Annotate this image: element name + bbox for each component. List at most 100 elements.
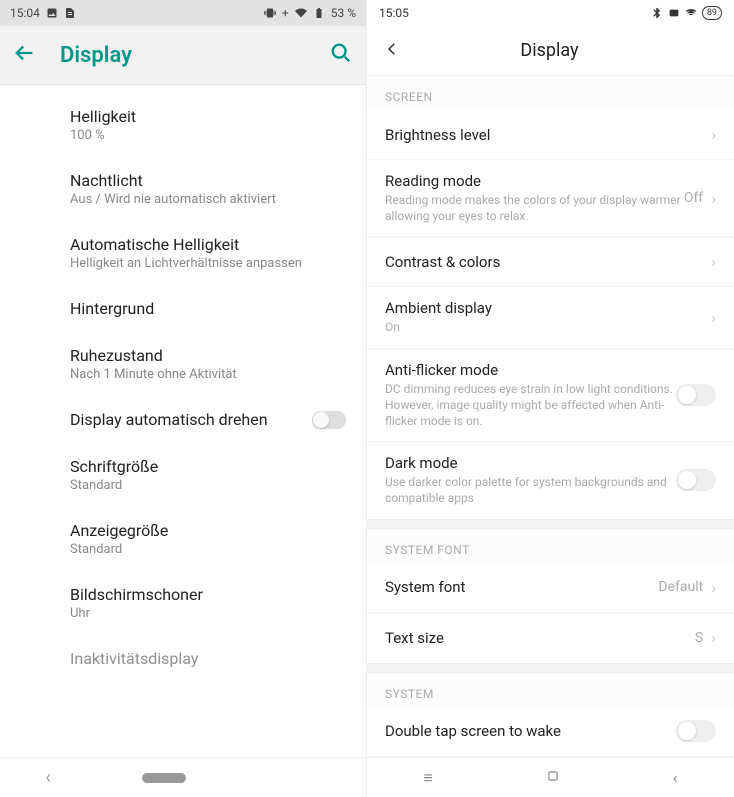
nav-back-icon[interactable]: ‹ [673,768,678,787]
item-title: Hintergrund [70,299,346,318]
item-title: Nachtlicht [70,171,346,190]
item-sub: Standard [70,478,346,493]
item-brightness[interactable]: Brightness level › [367,110,734,160]
toggle-double-tap[interactable] [676,720,716,742]
item-helligkeit[interactable]: Helligkeit 100 % [0,93,366,157]
status-time: 15:05 [379,6,409,20]
item-title: Display automatisch drehen [70,410,268,429]
page-title: Display [60,43,330,68]
image-icon [46,7,58,19]
item-ambient-display[interactable]: Ambient display On › [367,287,734,348]
bluetooth-icon [651,7,663,19]
item-sub: DC dimming reduces eye strain in low lig… [385,381,676,430]
item-title: Bildschirmschoner [70,585,346,604]
settings-list-left: Helligkeit 100 % Nachtlicht Aus / Wird n… [0,85,366,757]
item-title: Dark mode [385,454,676,472]
item-sub: Reading mode makes the colors of your di… [385,192,684,224]
item-title: Reading mode [385,172,684,190]
toggle-dark-mode[interactable] [676,469,716,491]
item-anzeigegroesse[interactable]: Anzeigegröße Standard [0,507,366,571]
item-contrast-colors[interactable]: Contrast & colors › [367,237,734,287]
chevron-right-icon: › [711,308,716,327]
page-title: Display [401,40,698,61]
item-title: Helligkeit [70,107,346,126]
chevron-right-icon: › [711,578,716,597]
item-system-font[interactable]: System font Default › [367,563,734,613]
toggle-anti-flicker[interactable] [676,384,716,406]
item-title: Inaktivitätsdisplay [70,649,346,668]
back-button[interactable] [14,42,36,68]
right-panel: 15:05 89 Display SCREEN Brightness level… [367,0,734,797]
item-bildschirmschoner[interactable]: Bildschirmschoner Uhr [0,571,366,635]
item-reading-mode[interactable]: Reading mode Reading mode makes the colo… [367,160,734,237]
item-sub: Uhr [70,606,346,621]
item-sub: On [385,319,711,335]
section-divider [367,519,734,529]
search-icon [330,42,352,64]
battery-text: 89 [702,6,722,20]
item-title: Schriftgröße [70,457,346,476]
header-right: Display [367,26,734,76]
status-bar-left: 15:04 + 53 % [0,0,366,26]
item-ruhezustand[interactable]: Ruhezustand Nach 1 Minute ohne Aktivität [0,332,366,396]
nav-menu-icon[interactable]: ≡ [423,768,432,788]
settings-list-right: SCREEN Brightness level › Reading mode R… [367,76,734,757]
nav-home-icon[interactable] [546,768,560,787]
item-auto-helligkeit[interactable]: Automatische Helligkeit Helligkeit an Li… [0,221,366,285]
item-text-size[interactable]: Text size S › [367,613,734,663]
vibrate-icon [264,7,276,19]
chevron-right-icon: › [711,252,716,271]
wifi-icon [685,7,697,19]
item-anti-flicker[interactable]: Anti-flicker mode DC dimming reduces eye… [367,349,734,443]
chevron-right-icon: › [711,189,716,208]
item-sub: Nach 1 Minute ohne Aktivität [70,367,346,382]
item-value: Off [684,190,703,206]
item-inaktivitaet[interactable]: Inaktivitätsdisplay [0,635,366,682]
nav-bar-right: ≡ ‹ [367,757,734,797]
item-title: Text size [385,629,695,647]
item-sub: Use darker color palette for system back… [385,474,676,506]
item-title: Ruhezustand [70,346,346,365]
no-sim-icon [668,7,680,19]
nav-bar-left: ‹ [0,757,366,797]
item-value: S [695,630,703,646]
header-left: Display [0,26,366,85]
section-screen: SCREEN [367,76,734,110]
item-sub: Aus / Wird nie automatisch aktiviert [70,192,346,207]
item-title: Automatische Helligkeit [70,235,346,254]
back-button[interactable] [383,39,401,63]
item-sub: Helligkeit an Lichtverhältnisse anpassen [70,256,346,271]
item-sub: 100 % [70,128,346,143]
item-value: Default [658,579,703,595]
item-double-tap-wake[interactable]: Double tap screen to wake [367,707,734,757]
left-panel: 15:04 + 53 % Display Helligkeit 100 % Na… [0,0,367,797]
nav-home-pill[interactable] [142,773,186,783]
status-bar-right: 15:05 89 [367,0,734,26]
plus-icon: + [282,6,289,20]
item-auto-rotate[interactable]: Display automatisch drehen [0,396,366,443]
chevron-left-icon [383,40,401,58]
section-system-font: SYSTEM FONT [367,529,734,563]
status-time: 15:04 [10,6,40,20]
item-schriftgroesse[interactable]: Schriftgröße Standard [0,443,366,507]
arrow-left-icon [14,42,36,64]
item-nachtlicht[interactable]: Nachtlicht Aus / Wird nie automatisch ak… [0,157,366,221]
item-title: Ambient display [385,299,711,317]
section-system: SYSTEM [367,673,734,707]
item-hintergrund[interactable]: Hintergrund [0,285,366,332]
wifi-icon [295,7,307,19]
nav-back-icon[interactable]: ‹ [45,767,50,788]
battery-icon [313,7,325,19]
document-icon [64,7,76,19]
battery-text: 53 % [331,6,356,20]
item-title: Anti-flicker mode [385,361,676,379]
chevron-right-icon: › [711,125,716,144]
item-title: Anzeigegröße [70,521,346,540]
toggle-auto-rotate[interactable] [312,411,346,429]
search-button[interactable] [330,42,352,68]
item-title: Double tap screen to wake [385,722,676,740]
item-title: Contrast & colors [385,253,711,271]
item-dark-mode[interactable]: Dark mode Use darker color palette for s… [367,442,734,518]
section-divider [367,663,734,673]
item-title: Brightness level [385,126,711,144]
